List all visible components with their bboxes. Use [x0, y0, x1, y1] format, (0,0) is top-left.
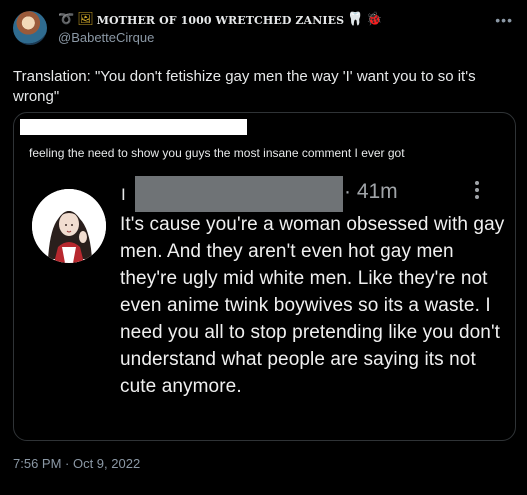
- author-display-name[interactable]: MOTHER OF 1000 WRETCHED ZANIES: [97, 14, 344, 27]
- tooth-icon: 🦷: [347, 12, 364, 27]
- commenter-avatar-illustration: [32, 189, 106, 263]
- more-options-icon[interactable]: •••: [495, 12, 513, 28]
- author-avatar[interactable]: [13, 11, 47, 45]
- author-name-row[interactable]: ➰ 🖼 MOTHER OF 1000 WRETCHED ZANIES 🦷 🐞: [58, 12, 383, 28]
- gray-redaction-bar: [135, 176, 343, 212]
- commenter-avatar: [32, 189, 106, 263]
- commenter-name-fragment: I: [121, 185, 126, 204]
- tweet-text: Translation: "You don't fetishize gay me…: [13, 68, 476, 105]
- comment-menu-icon: [472, 181, 482, 199]
- comment-time: · 41m: [344, 180, 398, 203]
- tweet-card: ➰ 🖼 MOTHER OF 1000 WRETCHED ZANIES 🦷 🐞 @…: [0, 0, 527, 495]
- author-handle[interactable]: @BabetteCirque: [58, 30, 154, 45]
- ladybug-icon: 🐞: [366, 12, 383, 27]
- comment-text: It's cause you're a woman obsessed with …: [120, 214, 505, 397]
- curly-loop-icon: ➰: [58, 12, 75, 27]
- screenshot-caption: feeling the need to show you guys the mo…: [29, 146, 405, 160]
- attached-image[interactable]: feeling the need to show you guys the mo…: [13, 112, 516, 441]
- tweet-timestamp[interactable]: 7:56 PM · Oct 9, 2022: [13, 456, 140, 471]
- white-redaction-bar: [20, 119, 247, 135]
- framed-picture-icon: 🖼: [77, 12, 94, 27]
